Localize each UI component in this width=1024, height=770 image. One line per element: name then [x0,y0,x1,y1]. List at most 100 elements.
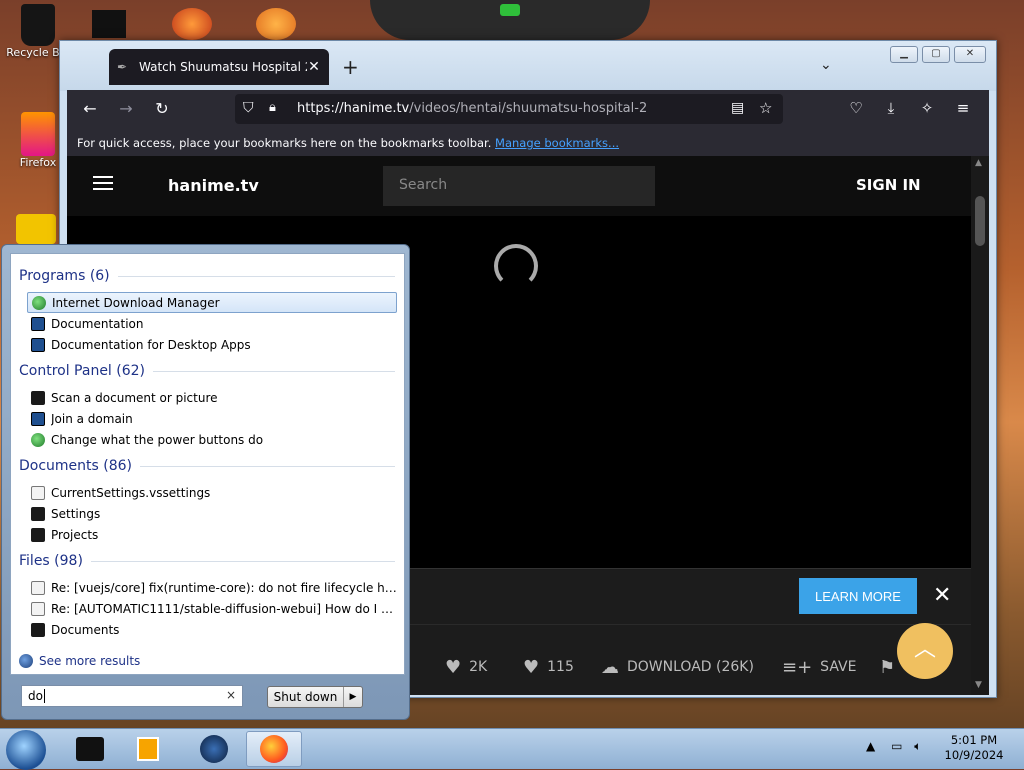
result-item[interactable]: Re: [AUTOMATIC1111/stable-diffusion-webu… [27,598,397,619]
scroll-to-top-button[interactable]: ︿ [897,623,953,679]
document-app-icon [31,316,45,331]
show-hidden-icons-icon[interactable]: ▲ [866,739,875,753]
taskbar-app-firefox[interactable] [246,731,302,767]
group-files: Files (98) [19,553,395,569]
extensions-icon[interactable]: ✧ [917,99,937,117]
result-item[interactable]: Scan a document or picture [27,387,397,408]
page-scrollbar[interactable]: ▲ ▼ [971,156,989,695]
menu-icon[interactable]: ≡ [953,99,973,117]
start-search-input[interactable]: do × [21,685,243,707]
desktop-folder-icon[interactable] [16,214,56,244]
tab-title: Watch Shuumatsu Hospital 2 H [139,60,307,74]
group-title: Documents (86) [19,458,133,474]
taskbar-app-browser[interactable] [186,731,242,767]
tab-favicon-icon: ✒ [117,60,128,74]
folder-icon [31,622,45,637]
tab-close-icon[interactable]: ✕ [307,59,321,75]
download-button[interactable]: ☁ DOWNLOAD (26K) [601,657,754,678]
url-bar[interactable]: ⛉ 🔒︎ https://hanime.tv/videos/hentai/shu… [235,94,783,124]
save-button[interactable]: ≡+ SAVE [782,657,856,678]
close-window-button[interactable]: ✕ [954,46,986,63]
clock[interactable]: 5:01 PM 10/9/2024 [940,733,1008,763]
scroll-up-icon[interactable]: ▲ [975,158,982,168]
reload-icon[interactable]: ↻ [151,99,173,118]
list-all-tabs-icon[interactable]: ⌄ [820,57,832,73]
tab-active[interactable]: ✒ Watch Shuumatsu Hospital 2 H ✕ [109,49,329,85]
result-label: Scan a document or picture [51,390,218,405]
heart-icon: ♥ [445,657,462,678]
result-item[interactable]: Documents [27,619,397,640]
start-button-icon[interactable] [6,730,46,770]
shutdown-label[interactable]: Shut down [268,687,344,707]
result-label: Internet Download Manager [52,295,220,310]
volume-icon[interactable]: 🔈︎ [914,739,921,753]
network-icon[interactable]: ▭ [891,739,902,753]
pocket-icon[interactable]: ♡ [846,99,866,117]
maximize-button[interactable]: ▢ [922,46,950,63]
shutdown-options-arrow-icon[interactable]: ▶ [344,687,362,707]
result-item[interactable]: Documentation [27,313,397,334]
computer-icon [31,411,45,426]
firefox-icon [21,112,55,156]
result-item[interactable]: CurrentSettings.vssettings [27,482,397,503]
desktop-wallpaper-object [370,0,650,40]
sign-in-button[interactable]: SIGN IN [856,176,921,194]
desktop-app-icon[interactable] [256,8,296,40]
result-label: Documentation for Desktop Apps [51,337,251,352]
hamburger-menu-icon[interactable] [93,176,113,190]
desktop-media-icon[interactable] [172,8,212,40]
shield-icon[interactable]: ⛉ [243,100,254,116]
result-label: Settings [51,506,101,521]
reader-view-icon[interactable]: ▤ [731,100,744,116]
globe-app-icon [200,735,228,763]
loading-spinner-icon [494,244,538,288]
site-header: hanime.tv Search SIGN IN [67,156,971,216]
url-text: https://hanime.tv/videos/hentai/shuumats… [297,101,647,116]
flag-icon: ⚑ [879,657,896,678]
firefox-icon [260,735,288,763]
shutdown-button[interactable]: Shut down ▶ [267,686,363,708]
scroll-down-icon[interactable]: ▼ [975,680,982,690]
result-label: Projects [51,527,99,542]
playlist-add-icon: ≡+ [782,657,813,678]
minimize-button[interactable]: ▁ [890,46,918,63]
downloads-icon[interactable]: ⤓ [881,99,901,117]
result-item[interactable]: Re: [vuejs/core] fix(runtime-core): do n… [27,577,397,598]
wallpaper-light [500,4,520,16]
result-item[interactable]: Settings [27,503,397,524]
settings-file-icon [31,485,45,500]
clear-search-icon[interactable]: × [226,688,236,702]
result-label: CurrentSettings.vssettings [51,485,211,500]
scrollbar-thumb[interactable] [975,196,985,246]
site-logo[interactable]: hanime.tv [168,176,259,195]
taskbar: ▲ ▭ 🔈︎ 5:01 PM 10/9/2024 [0,728,1024,770]
lock-icon[interactable]: 🔒︎ [269,100,276,115]
manage-bookmarks-link[interactable]: Manage bookmarks... [495,136,619,150]
search-globe-icon [19,654,33,668]
ad-close-icon[interactable]: ✕ [933,583,951,608]
back-icon[interactable]: ← [79,99,101,118]
result-label: Re: [AUTOMATIC1111/stable-diffusion-webu… [51,601,397,616]
dislike-button[interactable]: ♥ 115 [523,657,574,678]
result-item[interactable]: Documentation for Desktop Apps [27,334,397,355]
result-item[interactable]: Join a domain [27,408,397,429]
bookmark-star-icon[interactable]: ☆ [759,99,772,117]
see-more-results-link[interactable]: See more results [19,654,140,668]
start-menu: Programs (6) Internet Download Manager D… [1,244,410,720]
new-tab-button[interactable]: + [342,55,359,79]
site-search-input[interactable]: Search [383,166,655,206]
taskbar-app-terminal[interactable] [62,731,118,767]
dislike-count: 115 [547,659,574,675]
result-item[interactable]: Internet Download Manager [27,292,397,313]
taskbar-app-media-player[interactable] [120,731,176,767]
like-button[interactable]: ♥ 2K [445,657,487,678]
result-item[interactable]: Projects [27,524,397,545]
document-app-icon [31,337,45,352]
result-item[interactable]: Change what the power buttons do [27,429,397,450]
learn-more-button[interactable]: LEARN MORE [799,578,917,614]
bookmarks-hint: For quick access, place your bookmarks h… [77,136,492,150]
email-icon [31,601,45,616]
media-player-icon [137,737,159,761]
desktop-file-icon[interactable] [92,10,126,38]
forward-icon[interactable]: → [115,99,137,118]
